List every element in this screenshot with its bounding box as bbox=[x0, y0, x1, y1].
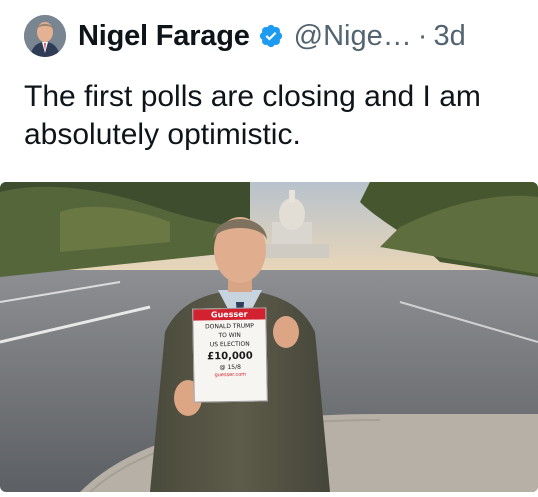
sign-brand: Guesser bbox=[193, 308, 266, 321]
author-handle[interactable]: @Nige… bbox=[294, 20, 412, 53]
author-name[interactable]: Nigel Farage bbox=[78, 20, 250, 53]
tweet-timestamp[interactable]: 3d bbox=[433, 20, 465, 53]
held-sign: Guesser DONALD TRUMP TO WIN US ELECTION … bbox=[192, 307, 268, 403]
tweet-text: The first polls are closing and I am abs… bbox=[24, 80, 481, 151]
sign-line-2: TO WIN bbox=[218, 331, 241, 340]
sign-odds: @ 15/8 bbox=[219, 363, 241, 372]
verified-badge-icon bbox=[259, 24, 282, 48]
tweet-card[interactable]: Nigel Farage @Nige… · 3d The first polls… bbox=[0, 0, 538, 497]
sign-amount: £10,000 bbox=[207, 350, 253, 363]
sign-line-3: US ELECTION bbox=[209, 340, 250, 349]
separator-dot: · bbox=[417, 19, 428, 52]
photo-scene bbox=[0, 182, 538, 492]
sign-site: guesser.com bbox=[214, 371, 247, 379]
tweet-header: Nigel Farage @Nige… · 3d bbox=[24, 14, 466, 58]
profile-avatar[interactable] bbox=[24, 15, 66, 57]
sign-line-1: DONALD TRUMP bbox=[205, 322, 254, 331]
tweet-photo[interactable]: Guesser DONALD TRUMP TO WIN US ELECTION … bbox=[0, 182, 538, 492]
